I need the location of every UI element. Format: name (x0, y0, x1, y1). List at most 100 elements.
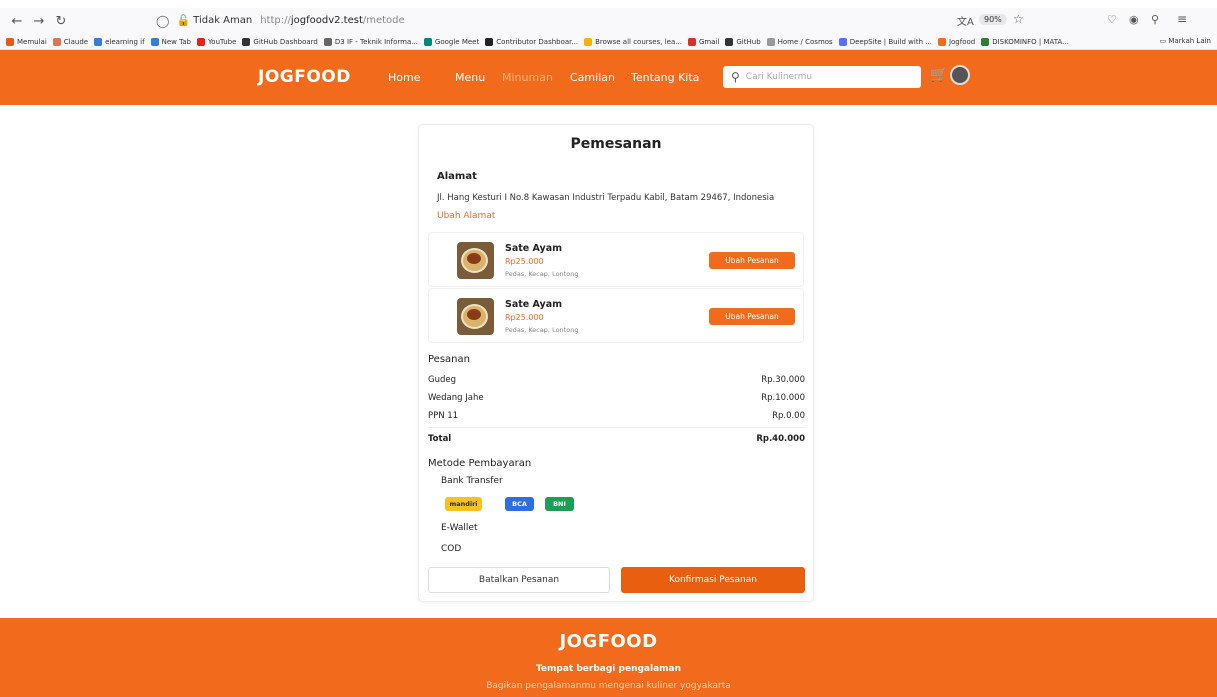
nav-tentang-kita[interactable]: Tentang Kita (631, 71, 699, 84)
search-input[interactable] (745, 72, 906, 82)
total-value: Rp.40.000 (756, 434, 805, 444)
nav-camilan[interactable]: Camilan (570, 71, 615, 84)
nav-menu[interactable]: Menu (455, 71, 485, 84)
bookmark-favicon-icon (766, 37, 775, 46)
address-text: Jl. Hang Kesturi I No.8 Kawasan Industri… (437, 193, 775, 203)
menu-icon[interactable]: ≡ (1177, 12, 1187, 26)
bookmark-item[interactable]: Browse all courses, lea... (584, 37, 682, 46)
bookmark-label: elearning if (105, 37, 145, 46)
bookmark-item[interactable]: D3 IF - Teknik Informa... (323, 37, 418, 46)
summary-row: Gudeg Rp.30.000 (428, 375, 805, 385)
bookmark-label: Gmail (698, 37, 720, 46)
change-address-link[interactable]: Ubah Alamat (437, 211, 495, 221)
bookmark-item[interactable]: Contributor Dashboar... (485, 37, 578, 46)
bank-transfer-option[interactable]: Bank Transfer (441, 476, 503, 486)
bookmark-favicon-icon (423, 37, 432, 46)
bookmark-label: DISKOMINFO | MATA... (992, 37, 1069, 46)
bookmarks-list: Memulai Claude elearning if New Tab YouTube G… (0, 37, 1069, 46)
cart-icon[interactable]: 🛒 (930, 67, 947, 83)
insecure-lock-icon[interactable]: 🔓 (176, 14, 190, 27)
summary-divider (428, 427, 805, 428)
bookmark-other-folder[interactable]: ▭ Markah Lain (1159, 37, 1211, 45)
change-order-button[interactable]: Ubah Pesanan (709, 252, 795, 269)
food-image (457, 298, 494, 335)
translate-icon[interactable]: 文A (957, 13, 974, 28)
bookmark-label: D3 IF - Teknik Informa... (334, 37, 418, 46)
zoom-badge[interactable]: 90% (979, 14, 1007, 25)
nav-home[interactable]: Home (388, 71, 420, 84)
bookmark-item[interactable]: GitHub (725, 37, 761, 46)
bookmark-item[interactable]: Claude (52, 37, 89, 46)
bookmark-favicon-icon (485, 37, 494, 46)
bookmark-item[interactable]: DISKOMINFO | MATA... (981, 37, 1069, 46)
bookmark-item[interactable]: New Tab (150, 37, 191, 46)
bookmark-favicon-icon (937, 37, 946, 46)
bookmark-star-icon[interactable]: ☆ (1013, 12, 1024, 26)
bookmark-item[interactable]: DeepSite | Build with ... (838, 37, 932, 46)
footer-subtitle: Bagikan pengalamanmu mengenai kuliner yo… (486, 681, 731, 691)
bookmark-label: Claude (63, 37, 89, 46)
item-notes: Pedas, Kecap, Lontong (505, 326, 579, 334)
item-name: Sate Ayam (505, 243, 563, 254)
footer-tagline: Tempat berbagi pengalaman (535, 664, 682, 674)
forward-arrow-icon[interactable]: → (28, 14, 50, 29)
cod-option[interactable]: COD (441, 544, 461, 554)
bookmark-favicon-icon (6, 37, 14, 46)
summary-heading: Pesanan (428, 354, 470, 365)
page-title: Pemesanan (570, 136, 662, 152)
food-image (457, 242, 494, 279)
change-order-button[interactable]: Ubah Pesanan (709, 308, 795, 325)
bookmark-favicon-icon (242, 37, 251, 46)
item-price: Rp25.000 (505, 257, 544, 266)
avatar[interactable] (950, 65, 970, 85)
address-bar[interactable]: ◯ 🔓 Tidak Aman http://jogfoodv2.test/met… (156, 10, 916, 31)
search-box[interactable]: ⚲ (723, 66, 921, 88)
bookmark-item[interactable]: GitHub Dashboard (242, 37, 318, 46)
cancel-order-button[interactable]: Batalkan Pesanan (428, 567, 610, 593)
bookmark-label: Google Meet (434, 37, 480, 46)
confirm-order-button[interactable]: Konfirmasi Pesanan (621, 567, 805, 593)
ewallet-option[interactable]: E-Wallet (441, 523, 477, 533)
bookmark-label: Jogfood (948, 37, 976, 46)
account-icon[interactable]: ◉ (1129, 13, 1139, 26)
summary-label: Gudeg (428, 375, 456, 385)
jogfood-logo[interactable]: JOGFOOD (258, 67, 351, 87)
bookmark-item[interactable]: Jogfood (937, 37, 976, 46)
summary-value: Rp.0.00 (772, 411, 805, 421)
bookmark-label: YouTube (207, 37, 237, 46)
bookmark-favicon-icon (52, 37, 61, 46)
bookmark-label: Browse all courses, lea... (595, 37, 682, 46)
bookmark-label: Memulai (17, 37, 47, 46)
bank-bca-button[interactable]: BCA (505, 497, 534, 511)
bookmark-label: GitHub (736, 37, 761, 46)
shield-icon[interactable]: ◯ (156, 14, 169, 28)
item-name: Sate Ayam (505, 299, 563, 310)
nav-minuman[interactable]: Minuman (502, 71, 553, 84)
bookmark-item[interactable]: Google Meet (423, 37, 480, 46)
summary-row: PPN 11 Rp.0.00 (428, 411, 805, 421)
bookmark-favicon-icon (687, 37, 696, 46)
bookmark-item[interactable]: Gmail (687, 37, 720, 46)
reload-icon[interactable]: ↻ (50, 14, 72, 29)
bookmark-favicon-icon (196, 37, 205, 46)
order-item: Sate Ayam Rp25.000 Pedas, Kecap, Lontong… (428, 232, 804, 287)
footer-logo: JOGFOOD (559, 631, 658, 652)
search-icon: ⚲ (731, 70, 740, 84)
browser-toolbar: ← → ↻ ◯ 🔓 Tidak Aman http://jogfoodv2.te… (0, 8, 1217, 34)
bookmark-favicon-icon (981, 37, 990, 46)
bookmark-favicon-icon (725, 37, 734, 46)
bank-mandiri-button[interactable]: mandiri (445, 497, 482, 511)
bookmark-item[interactable]: elearning if (94, 37, 145, 46)
bookmark-favicon-icon (838, 37, 847, 46)
bookmark-label: Home / Cosmos (777, 37, 833, 46)
bookmark-label: DeepSite | Build with ... (849, 37, 932, 46)
bank-bni-button[interactable]: BNI (545, 497, 574, 511)
summary-value: Rp.10.000 (761, 393, 805, 403)
extensions-icon[interactable]: ⚲ (1151, 13, 1159, 26)
url-text[interactable]: http://jogfoodv2.test/metode (260, 15, 404, 26)
pocket-icon[interactable]: ♡ (1107, 13, 1117, 26)
bookmark-item[interactable]: Memulai (6, 37, 47, 46)
bookmark-item[interactable]: Home / Cosmos (766, 37, 833, 46)
back-arrow-icon[interactable]: ← (6, 14, 28, 29)
bookmark-item[interactable]: YouTube (196, 37, 237, 46)
